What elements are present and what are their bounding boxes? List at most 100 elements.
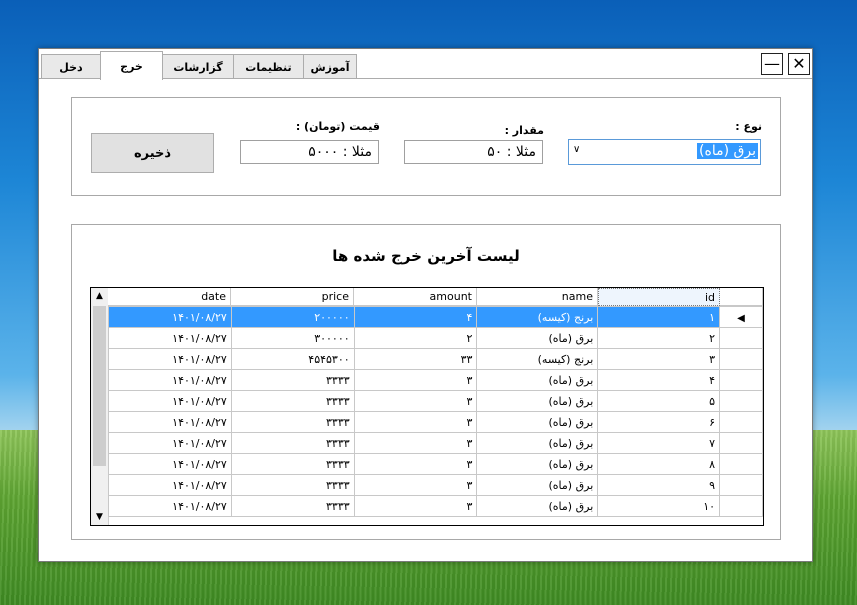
table-row[interactable]: ۱۴۰۱/۰۸/۲۷ ۳۳۳۳ ۳ برق (ماه) ۵ — [108, 390, 763, 412]
scroll-thumb[interactable] — [93, 306, 106, 466]
cell-price[interactable]: ۳۳۳۳ — [230, 390, 355, 412]
cell-price[interactable]: ۳۳۳۳ — [230, 495, 355, 517]
cell-date[interactable]: ۱۴۰۱/۰۸/۲۷ — [108, 390, 232, 412]
cell-name[interactable]: برق (ماه) — [476, 432, 599, 454]
cell-amount[interactable]: ۳ — [353, 432, 478, 454]
table-row[interactable]: ۱۴۰۱/۰۸/۲۷ ۳۰۰۰۰۰ ۲ برق (ماه) ۲ — [108, 327, 763, 349]
cell-date[interactable]: ۱۴۰۱/۰۸/۲۷ — [108, 474, 232, 496]
cell-name[interactable]: برق (ماه) — [476, 495, 599, 517]
tab-reports[interactable]: گزارشات — [162, 54, 234, 79]
row-header[interactable] — [719, 495, 763, 517]
cell-id[interactable]: ۷ — [597, 432, 721, 454]
tab-expense[interactable]: خرج — [100, 51, 163, 80]
cell-date[interactable]: ۱۴۰۱/۰۸/۲۷ — [108, 432, 232, 454]
cell-price[interactable]: ۳۰۰۰۰۰ — [230, 327, 355, 349]
cell-name[interactable]: برق (ماه) — [476, 390, 599, 412]
cell-name[interactable]: برق (ماه) — [476, 453, 599, 475]
cell-price[interactable]: ۳۳۳۳ — [230, 453, 355, 475]
row-header[interactable]: ◀ — [719, 306, 763, 328]
cell-amount[interactable]: ۳ — [353, 474, 478, 496]
cell-id[interactable]: ۵ — [597, 390, 721, 412]
cell-name[interactable]: برنج (کیسه) — [476, 306, 599, 328]
cell-amount[interactable]: ۳ — [353, 453, 478, 475]
cell-price[interactable]: ۳۳۳۳ — [230, 411, 355, 433]
vertical-scrollbar[interactable]: ▲ ▼ — [91, 288, 109, 525]
entry-form-panel: نوع : برق (ماه) ∨ مقدار : مثلا : ۵۰ قیمت… — [71, 97, 781, 196]
column-header-name[interactable]: name — [477, 288, 598, 306]
cell-date[interactable]: ۱۴۰۱/۰۸/۲۷ — [108, 495, 232, 517]
cell-price[interactable]: ۴۵۴۵۳۰۰ — [230, 348, 355, 370]
row-header[interactable] — [719, 453, 763, 475]
table-row[interactable]: ۱۴۰۱/۰۸/۲۷ ۳۳۳۳ ۳ برق (ماه) ۱۰ — [108, 495, 763, 517]
list-title: لیست آخرین خرج شده ها — [332, 247, 520, 265]
tab-tutorial[interactable]: آموزش — [303, 54, 357, 79]
tab-strip: دخل خرج گزارشات تنظیمات آموزش — ✕ — [39, 49, 812, 81]
cell-amount[interactable]: ۳ — [353, 411, 478, 433]
row-header[interactable] — [719, 369, 763, 391]
cell-id[interactable]: ۱ — [597, 306, 721, 328]
cell-date[interactable]: ۱۴۰۱/۰۸/۲۷ — [108, 453, 232, 475]
cell-date[interactable]: ۱۴۰۱/۰۸/۲۷ — [108, 327, 232, 349]
column-header-amount[interactable]: amount — [354, 288, 477, 306]
cell-name[interactable]: برق (ماه) — [476, 369, 599, 391]
column-header-id[interactable]: id — [598, 288, 720, 306]
type-selected-value: برق (ماه) — [697, 143, 758, 159]
tab-income[interactable]: دخل — [41, 54, 101, 79]
cell-amount[interactable]: ۴ — [353, 306, 478, 328]
cell-amount[interactable]: ۳ — [353, 495, 478, 517]
cell-name[interactable]: برق (ماه) — [476, 411, 599, 433]
table-row[interactable]: ۱۴۰۱/۰۸/۲۷ ۳۳۳۳ ۳ برق (ماه) ۷ — [108, 432, 763, 454]
cell-price[interactable]: ۳۳۳۳ — [230, 369, 355, 391]
column-header-price[interactable]: price — [231, 288, 354, 306]
table-row[interactable]: ۱۴۰۱/۰۸/۲۷ ۲۰۰۰۰۰ ۴ برنج (کیسه) ۱ ◀ — [108, 306, 763, 328]
cell-price[interactable]: ۳۳۳۳ — [230, 432, 355, 454]
tab-settings[interactable]: تنظیمات — [233, 54, 304, 79]
amount-input[interactable]: مثلا : ۵۰ — [404, 140, 543, 164]
table-row[interactable]: ۱۴۰۱/۰۸/۲۷ ۳۳۳۳ ۳ برق (ماه) ۶ — [108, 411, 763, 433]
type-select[interactable]: برق (ماه) ∨ — [568, 139, 761, 165]
close-button[interactable]: ✕ — [788, 53, 810, 75]
cell-name[interactable]: برنج (کیسه) — [476, 348, 599, 370]
cell-id[interactable]: ۶ — [597, 411, 721, 433]
table-row[interactable]: ۱۴۰۱/۰۸/۲۷ ۳۳۳۳ ۳ برق (ماه) ۴ — [108, 369, 763, 391]
row-header[interactable] — [719, 390, 763, 412]
cell-name[interactable]: برق (ماه) — [476, 474, 599, 496]
row-header[interactable] — [719, 411, 763, 433]
cell-price[interactable]: ۲۰۰۰۰۰ — [230, 306, 355, 328]
cell-amount[interactable]: ۳ — [353, 369, 478, 391]
row-header[interactable] — [719, 432, 763, 454]
table-row[interactable]: ۱۴۰۱/۰۸/۲۷ ۴۵۴۵۳۰۰ ۳۳ برنج (کیسه) ۳ — [108, 348, 763, 370]
cell-date[interactable]: ۱۴۰۱/۰۸/۲۷ — [108, 348, 232, 370]
cell-date[interactable]: ۱۴۰۱/۰۸/۲۷ — [108, 411, 232, 433]
row-header[interactable] — [719, 474, 763, 496]
scroll-up-icon[interactable]: ▲ — [91, 288, 108, 304]
cell-id[interactable]: ۳ — [597, 348, 721, 370]
table-row[interactable]: ۱۴۰۱/۰۸/۲۷ ۳۳۳۳ ۳ برق (ماه) ۸ — [108, 453, 763, 475]
cell-id[interactable]: ۸ — [597, 453, 721, 475]
scroll-down-icon[interactable]: ▼ — [91, 509, 108, 525]
cell-date[interactable]: ۱۴۰۱/۰۸/۲۷ — [108, 306, 232, 328]
chevron-down-icon[interactable]: ∨ — [573, 144, 580, 155]
cell-amount[interactable]: ۲ — [353, 327, 478, 349]
cell-amount[interactable]: ۳۳ — [353, 348, 478, 370]
save-button[interactable]: ذخیره — [91, 133, 214, 173]
cell-id[interactable]: ۹ — [597, 474, 721, 496]
row-header[interactable] — [719, 327, 763, 349]
current-row-arrow-icon: ◀ — [737, 312, 745, 324]
cell-id[interactable]: ۲ — [597, 327, 721, 349]
cell-id[interactable]: ۴ — [597, 369, 721, 391]
app-window: دخل خرج گزارشات تنظیمات آموزش — ✕ نوع : … — [38, 48, 813, 562]
row-header[interactable] — [719, 348, 763, 370]
price-input[interactable]: مثلا : ۵۰۰۰ — [240, 140, 379, 164]
cell-date[interactable]: ۱۴۰۱/۰۸/۲۷ — [108, 369, 232, 391]
cell-amount[interactable]: ۳ — [353, 390, 478, 412]
table-row[interactable]: ۱۴۰۱/۰۸/۲۷ ۳۳۳۳ ۳ برق (ماه) ۹ — [108, 474, 763, 496]
column-header-date[interactable]: date — [108, 288, 231, 306]
expense-table[interactable]: ▲ ▼ date price amount name id ۱۴۰۱/۰۸/۲۷… — [90, 287, 764, 526]
minimize-button[interactable]: — — [761, 53, 783, 75]
price-label: قیمت (تومان) : — [295, 120, 380, 133]
cell-price[interactable]: ۳۳۳۳ — [230, 474, 355, 496]
cell-id[interactable]: ۱۰ — [597, 495, 721, 517]
type-label: نوع : — [735, 120, 762, 133]
cell-name[interactable]: برق (ماه) — [476, 327, 599, 349]
